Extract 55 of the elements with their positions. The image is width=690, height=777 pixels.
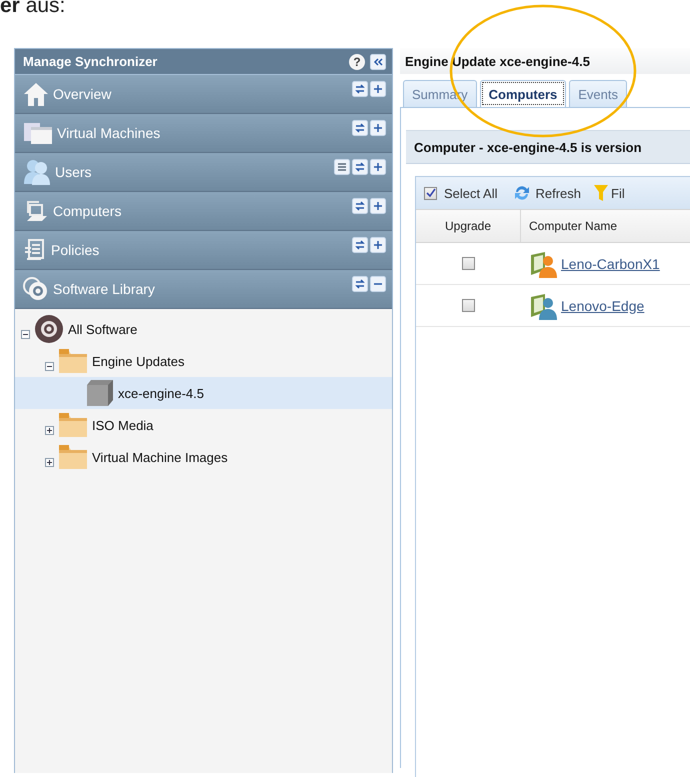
refresh-icon[interactable] bbox=[352, 198, 368, 214]
document-icon bbox=[23, 238, 47, 262]
filter-button[interactable]: Fil bbox=[611, 186, 625, 200]
nav-label: Computers bbox=[53, 203, 122, 219]
column-header[interactable]: Upgrade bbox=[416, 210, 521, 242]
collapse-icon[interactable] bbox=[370, 276, 386, 292]
select-all-label[interactable]: Select All bbox=[444, 186, 498, 200]
expand-icon[interactable] bbox=[370, 120, 386, 136]
checkbox[interactable] bbox=[424, 186, 437, 200]
expand-icon[interactable] bbox=[45, 426, 56, 435]
collapse-icon[interactable] bbox=[45, 362, 56, 371]
expand-icon[interactable] bbox=[370, 81, 386, 97]
expand-icon[interactable] bbox=[370, 237, 386, 253]
refresh-icon[interactable] bbox=[352, 159, 368, 175]
refresh-button[interactable]: Refresh bbox=[535, 186, 582, 200]
help-button[interactable]: ? bbox=[349, 54, 365, 70]
expand-icon[interactable] bbox=[370, 159, 386, 175]
section-heading: Computer - xce-engine-4.5 is version bbox=[406, 130, 690, 164]
tree-item[interactable]: All Software bbox=[15, 313, 392, 345]
document-text: er aus: bbox=[0, 0, 66, 19]
computer-link[interactable]: Lenovo-Edge bbox=[561, 298, 644, 314]
nav-label: Virtual Machines bbox=[57, 125, 162, 141]
folder-icon bbox=[58, 444, 88, 470]
disc-icon bbox=[23, 276, 49, 302]
expand-icon[interactable] bbox=[370, 198, 386, 214]
windows-icon bbox=[23, 121, 53, 145]
collapse-icon[interactable] bbox=[21, 330, 32, 339]
expand-icon[interactable] bbox=[45, 458, 56, 467]
tree-item[interactable]: Virtual Machine Images bbox=[15, 441, 392, 473]
checkbox[interactable] bbox=[462, 299, 474, 312]
refresh-icon[interactable] bbox=[513, 184, 532, 202]
computer-link[interactable]: Leno-CarbonX1 bbox=[561, 256, 660, 272]
nav-label: Policies bbox=[51, 242, 100, 258]
nav-label: Overview bbox=[53, 86, 112, 102]
refresh-icon[interactable] bbox=[352, 276, 368, 292]
list-icon[interactable] bbox=[334, 159, 350, 175]
nav-label: Users bbox=[55, 164, 93, 180]
column-header[interactable]: Computer Name bbox=[521, 210, 690, 242]
checkbox[interactable] bbox=[462, 257, 474, 270]
tab[interactable]: Computers bbox=[480, 80, 566, 107]
collapse-panel-icon[interactable] bbox=[370, 54, 386, 70]
refresh-icon[interactable] bbox=[352, 237, 368, 253]
cube-icon bbox=[86, 379, 114, 407]
house-icon bbox=[23, 81, 49, 107]
panel-title: Manage Synchronizer bbox=[23, 54, 158, 69]
users-icon bbox=[23, 159, 51, 185]
tree-item[interactable]: Engine Updates bbox=[15, 345, 392, 377]
folder-icon bbox=[58, 412, 88, 438]
folder-icon bbox=[58, 348, 88, 374]
refresh-icon[interactable] bbox=[352, 120, 368, 136]
tree-item[interactable]: xce-engine-4.5 bbox=[15, 377, 392, 409]
disc-icon bbox=[34, 314, 64, 344]
nav-label: Software Library bbox=[53, 281, 156, 297]
tree-item[interactable]: ISO Media bbox=[15, 409, 392, 441]
refresh-icon[interactable] bbox=[352, 81, 368, 97]
